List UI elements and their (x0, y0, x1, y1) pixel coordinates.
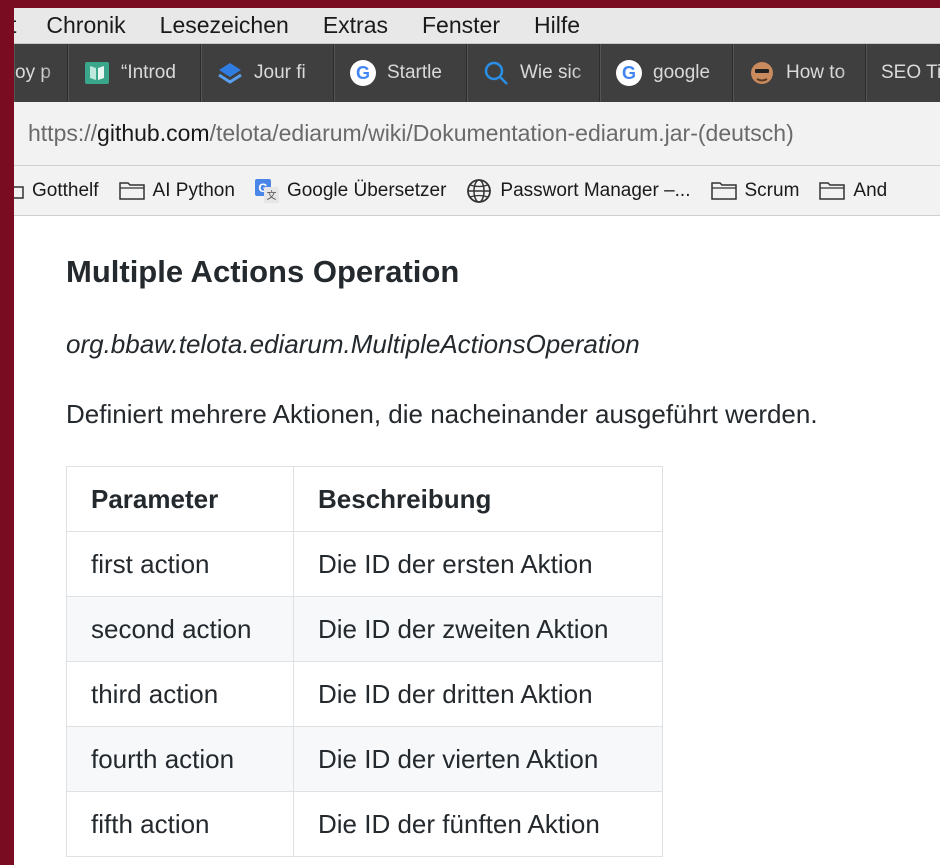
bookmark-label: Passwort Manager –... (500, 179, 691, 201)
bookmark-gotthelf[interactable]: Gotthelf (14, 180, 99, 202)
parameter-cell: first action (66, 531, 294, 597)
bookmark-truncated[interactable]: And (819, 180, 887, 202)
url-host: github.com (97, 120, 210, 146)
column-header-beschreibung: Beschreibung (293, 466, 663, 532)
tab-8[interactable]: SEO Ti (866, 44, 940, 102)
stack-icon (216, 59, 244, 87)
menu-item-chronik[interactable]: Chronik (46, 12, 125, 39)
parameter-cell: fourth action (66, 726, 294, 792)
table-row: first action Die ID der ersten Aktion (66, 531, 663, 597)
tab-label: Jour fi (254, 62, 306, 83)
description-cell: Die ID der fünften Aktion (293, 791, 663, 857)
tab-5[interactable]: Wie sic (467, 44, 600, 102)
bookmark-scrum[interactable]: Scrum (710, 179, 800, 202)
address-bar[interactable]: https://github.com/telota/ediarum/wiki/D… (14, 102, 940, 166)
folder-icon (118, 181, 145, 201)
svg-text:文: 文 (266, 189, 276, 202)
menu-item-truncated[interactable]: t (14, 12, 16, 39)
tab-label: Startle (387, 62, 442, 83)
tab-3[interactable]: Jour fi (201, 44, 334, 102)
bookmark-label: AI Python (152, 179, 235, 201)
table-row: second action Die ID der zweiten Aktion (66, 596, 663, 662)
table-row: fourth action Die ID der vierten Aktion (66, 726, 663, 792)
folder-icon (819, 181, 846, 201)
translate-icon: G文 (254, 178, 279, 203)
bookmark-google-uebersetzer[interactable]: G文 Google Übersetzer (254, 178, 447, 203)
bookmark-label: Google Übersetzer (286, 179, 447, 201)
parameter-table: Parameter Beschreibung first action Die … (66, 466, 663, 857)
svg-text:G: G (356, 63, 370, 83)
tab-strip: oy p “Introd Jour fi G Startle Wie sic G… (14, 44, 940, 102)
bookmarks-bar: Gotthelf AI Python G文 Google Übersetzer … (14, 166, 940, 216)
url-field[interactable]: https://github.com/telota/ediarum/wiki/D… (28, 120, 794, 147)
section-heading: Multiple Actions Operation (66, 254, 460, 289)
svg-text:G: G (622, 63, 636, 83)
google-icon: G (615, 59, 643, 87)
globe-icon (466, 178, 492, 204)
menu-item-lesezeichen[interactable]: Lesezeichen (160, 12, 289, 39)
menu-bar: t Chronik Lesezeichen Extras Fenster Hil… (14, 8, 940, 44)
folder-icon (710, 181, 737, 201)
menu-item-fenster[interactable]: Fenster (422, 12, 500, 39)
menu-item-hilfe[interactable]: Hilfe (534, 12, 580, 39)
class-name: org.bbaw.telota.ediarum.MultipleActionsO… (66, 329, 640, 359)
tab-6[interactable]: G google (600, 44, 733, 102)
magnifier-icon (482, 59, 510, 87)
parameter-cell: third action (66, 661, 294, 727)
description-cell: Die ID der vierten Aktion (293, 726, 663, 792)
tab-label: SEO Ti (881, 62, 940, 83)
description-cell: Die ID der ersten Aktion (293, 531, 663, 597)
url-path: /telota/ediarum/wiki/Dokumentation-ediar… (209, 120, 794, 146)
table-row: third action Die ID der dritten Aktion (66, 661, 663, 727)
url-prefix: https:// (28, 120, 98, 146)
menu-item-extras[interactable]: Extras (323, 12, 388, 39)
tab-4[interactable]: G Startle (334, 44, 467, 102)
desktop-background: t Chronik Lesezeichen Extras Fenster Hil… (0, 0, 940, 865)
section-description: Definiert mehrere Aktionen, die nacheina… (66, 399, 818, 429)
bookmark-label: Scrum (744, 179, 800, 201)
bookmark-ai-python[interactable]: AI Python (118, 179, 235, 202)
avatar-icon (748, 59, 776, 87)
folder-icon (14, 182, 24, 200)
bookmark-label: Gotthelf (32, 179, 99, 201)
browser-window: t Chronik Lesezeichen Extras Fenster Hil… (14, 8, 940, 865)
bookmark-label: And (853, 179, 888, 201)
google-icon: G (349, 59, 377, 87)
column-header-parameter: Parameter (66, 466, 294, 532)
tab-label: How to (786, 62, 846, 83)
table-header-row: Parameter Beschreibung (66, 466, 663, 532)
tab-7[interactable]: How to (733, 44, 866, 102)
table-row: fifth action Die ID der fünften Aktion (66, 791, 663, 857)
tab-1[interactable]: oy p (14, 44, 68, 102)
tab-label: google (653, 62, 711, 83)
parameter-cell: second action (66, 596, 294, 662)
bookmark-passwort-manager[interactable]: Passwort Manager –... (466, 178, 691, 204)
tab-2[interactable]: “Introd (68, 44, 201, 102)
book-icon (83, 59, 111, 87)
parameter-cell: fifth action (66, 791, 294, 857)
description-cell: Die ID der dritten Aktion (293, 661, 663, 727)
description-cell: Die ID der zweiten Aktion (293, 596, 663, 662)
tab-label: “Introd (121, 62, 176, 83)
